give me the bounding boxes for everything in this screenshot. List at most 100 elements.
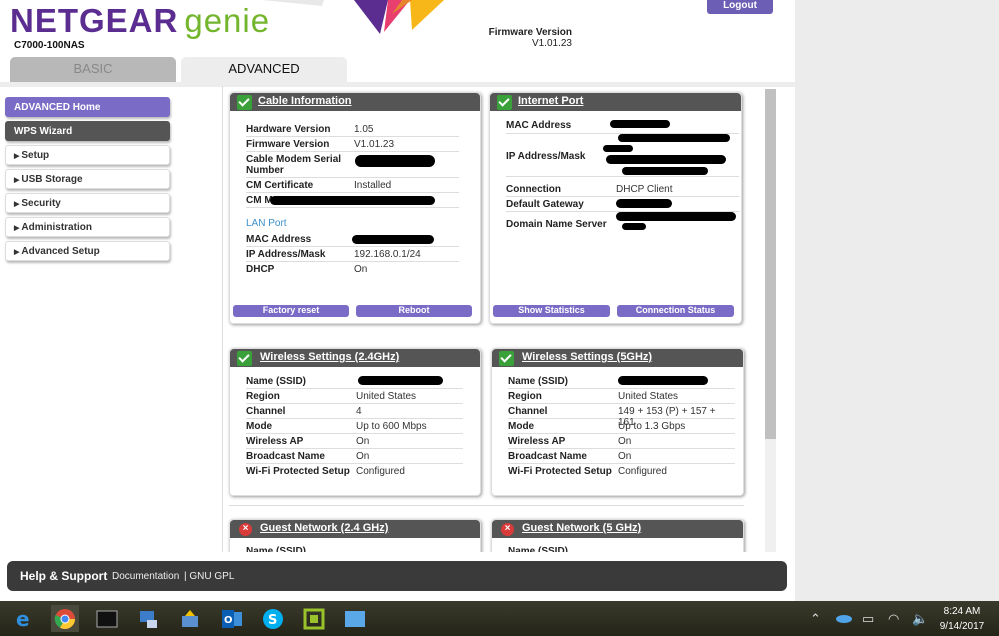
redacted-ip-2: [606, 155, 726, 164]
chevron-up-icon[interactable]: ⌃: [810, 611, 821, 627]
factory-reset-button[interactable]: Factory reset: [233, 305, 349, 317]
cable-information-panel: Cable Information Hardware Version 1.05 F…: [229, 92, 481, 324]
dhcp-row: DHCP On: [246, 264, 368, 275]
svg-text:e: e: [16, 608, 30, 630]
netgear-logo: NETGEAR genie: [10, 2, 271, 39]
svg-text:O: O: [224, 615, 233, 626]
broadcast-name-row: Broadcast Name On: [508, 449, 735, 464]
chrome-icon[interactable]: [51, 605, 79, 632]
desktop-background: [795, 0, 999, 601]
wps-row: Wi-Fi Protected Setup Configured: [508, 466, 667, 477]
upload-app-icon[interactable]: [176, 605, 204, 632]
help-support-label: Help & Support: [20, 569, 108, 583]
cm-certificate-row: CM Certificate Installed: [246, 178, 459, 193]
wireless-5ghz-panel: Wireless Settings (5GHz) Name (SSID) Reg…: [491, 348, 744, 496]
scrollbar-thumb[interactable]: [765, 89, 776, 439]
reboot-button[interactable]: Reboot: [356, 305, 472, 317]
edge-icon[interactable]: e: [10, 605, 38, 632]
volume-icon[interactable]: 🔈: [912, 611, 928, 627]
documentation-link[interactable]: Documentation: [112, 571, 179, 582]
sidebar-item-advanced-setup[interactable]: ▶ Advanced Setup: [5, 241, 170, 261]
triangle-right-icon: ▶: [14, 249, 20, 256]
show-statistics-button[interactable]: Show Statistics: [493, 305, 610, 317]
help-support-bar: Help & Support Documentation | GNU GPL: [7, 561, 787, 591]
wireless-ap-row: Wireless AP On: [246, 434, 463, 449]
redacted-dns-1: [616, 212, 736, 221]
region-row: Region United States: [246, 389, 463, 404]
guest-24ghz-link[interactable]: Guest Network (2.4 GHz): [260, 522, 388, 534]
redacted-cm-mac: [270, 196, 435, 205]
redacted-serial: [355, 155, 435, 167]
check-icon: [499, 351, 514, 366]
x-circle-icon: ×: [239, 523, 252, 536]
wireless-24ghz-link[interactable]: Wireless Settings (2.4GHz): [260, 351, 399, 363]
panel-header: Wireless Settings (5GHz): [492, 349, 743, 367]
firmware-version-label: Firmware Version: [488, 27, 572, 38]
guest-5ghz-link[interactable]: Guest Network (5 GHz): [522, 522, 641, 534]
lan-port-label: LAN Port: [246, 218, 287, 229]
redacted-ssid: [618, 376, 708, 385]
skype-icon[interactable]: S: [259, 605, 287, 632]
panel-header: × Guest Network (5 GHz): [492, 520, 743, 538]
triangle-right-icon: ▶: [14, 177, 20, 184]
redacted-internet-mac: [610, 120, 670, 128]
network-app-icon[interactable]: [134, 605, 162, 632]
redacted-lan-mac: [352, 235, 434, 244]
panel-header: Internet Port: [490, 93, 741, 111]
taskbar-clock[interactable]: 8:24 AM 9/14/2017: [934, 604, 990, 634]
content-divider: [222, 86, 223, 553]
redacted-ip-1: [603, 145, 633, 152]
sidebar-item-security[interactable]: ▶ Security: [5, 193, 170, 213]
wifi-icon[interactable]: ◠: [888, 611, 899, 627]
tab-advanced[interactable]: ADVANCED: [181, 57, 347, 82]
redacted-gateway: [616, 199, 672, 208]
triangle-right-icon: ▶: [14, 225, 20, 232]
firmware-version-value: V1.01.23: [531, 38, 572, 49]
check-icon: [237, 351, 252, 366]
internet-port-link[interactable]: Internet Port: [518, 95, 583, 107]
sidebar-item-administration[interactable]: ▶ Administration: [5, 217, 170, 237]
clock-time: 8:24 AM: [943, 606, 981, 617]
model-number: C7000-100NAS: [14, 40, 85, 51]
wireless-5ghz-link[interactable]: Wireless Settings (5GHz): [522, 351, 652, 363]
sidebar: ADVANCED Home WPS Wizard ▶ Setup ▶ USB Sto…: [5, 97, 170, 265]
redacted-dns-2: [622, 223, 646, 230]
hardware-version-row: Hardware Version 1.05: [246, 122, 459, 137]
region-row: Region United States: [508, 389, 735, 404]
firmware-version-row: Firmware Version V1.01.23: [246, 137, 459, 152]
redacted-ip-3: [622, 167, 708, 175]
connection-row: Connection DHCP Client: [506, 182, 739, 197]
sidebar-item-advanced-home[interactable]: ADVANCED Home: [5, 97, 170, 117]
section-divider: [229, 505, 744, 506]
mode-row: Mode Up to 600 Mbps: [246, 419, 463, 434]
battery-icon[interactable]: ▭: [862, 611, 874, 627]
lan-ip-row: IP Address/Mask 192.168.0.1/24: [246, 247, 459, 262]
redacted-internet-mac-2: [618, 134, 730, 142]
wireless-24ghz-panel: Wireless Settings (2.4GHz) Name (SSID) R…: [229, 348, 481, 496]
cable-information-link[interactable]: Cable Information: [258, 95, 352, 107]
windows-taskbar: e O S ⌃ ▭ ◠ 🔈: [0, 601, 999, 636]
sidebar-item-wps-wizard[interactable]: WPS Wizard: [5, 121, 170, 141]
logout-button[interactable]: Logout: [707, 0, 773, 14]
onedrive-icon[interactable]: [835, 611, 853, 626]
tab-basic[interactable]: BASIC: [10, 57, 176, 82]
outlook-icon[interactable]: O: [218, 605, 246, 632]
gnu-gpl-link[interactable]: | GNU GPL: [184, 571, 234, 582]
cmd-icon[interactable]: [93, 605, 121, 632]
x-circle-icon: ×: [501, 523, 514, 536]
tab-divider: [0, 82, 795, 87]
panel-header: Cable Information: [230, 93, 480, 111]
channel-row: Channel 149 + 153 (P) + 157 + 161: [508, 404, 735, 428]
channel-row: Channel 4: [246, 404, 463, 419]
sidebar-item-setup[interactable]: ▶ Setup: [5, 145, 170, 165]
citrix-icon[interactable]: [300, 605, 328, 632]
redacted-ssid: [358, 376, 443, 385]
connection-status-button[interactable]: Connection Status: [617, 305, 734, 317]
wireless-ap-row: Wireless AP On: [508, 434, 735, 449]
wps-row: Wi-Fi Protected Setup Configured: [246, 466, 405, 477]
window-app-icon[interactable]: [341, 605, 369, 632]
broadcast-name-row: Broadcast Name On: [246, 449, 463, 464]
panel-header: × Guest Network (2.4 GHz): [230, 520, 480, 538]
sidebar-item-usb-storage[interactable]: ▶ USB Storage: [5, 169, 170, 189]
clock-date: 9/14/2017: [939, 621, 985, 632]
